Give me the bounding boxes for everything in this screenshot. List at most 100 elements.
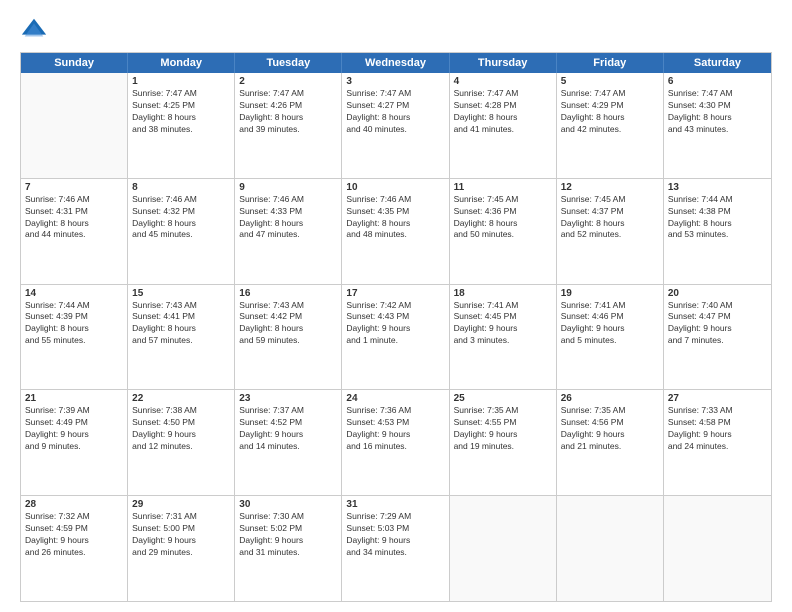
daylight-hours: Daylight: 8 hours (561, 112, 659, 124)
sunrise: Sunrise: 7:43 AM (132, 300, 230, 312)
calendar-cell: 12Sunrise: 7:45 AMSunset: 4:37 PMDayligh… (557, 179, 664, 284)
sunset: Sunset: 4:38 PM (668, 206, 767, 218)
sunrise: Sunrise: 7:43 AM (239, 300, 337, 312)
calendar-cell: 15Sunrise: 7:43 AMSunset: 4:41 PMDayligh… (128, 285, 235, 390)
daylight-hours: Daylight: 9 hours (561, 429, 659, 441)
calendar-cell: 8Sunrise: 7:46 AMSunset: 4:32 PMDaylight… (128, 179, 235, 284)
daylight-hours: Daylight: 8 hours (239, 218, 337, 230)
daylight-hours: Daylight: 9 hours (454, 429, 552, 441)
sunrise: Sunrise: 7:39 AM (25, 405, 123, 417)
day-number: 12 (561, 182, 659, 193)
sunset: Sunset: 4:45 PM (454, 311, 552, 323)
calendar-cell: 29Sunrise: 7:31 AMSunset: 5:00 PMDayligh… (128, 496, 235, 601)
calendar-week-3: 14Sunrise: 7:44 AMSunset: 4:39 PMDayligh… (21, 285, 771, 391)
header-wednesday: Wednesday (342, 53, 449, 73)
daylight-hours: Daylight: 9 hours (25, 535, 123, 547)
daylight-minutes: and 7 minutes. (668, 335, 767, 347)
calendar-cell: 11Sunrise: 7:45 AMSunset: 4:36 PMDayligh… (450, 179, 557, 284)
daylight-minutes: and 47 minutes. (239, 229, 337, 241)
daylight-hours: Daylight: 8 hours (25, 218, 123, 230)
sunset: Sunset: 4:47 PM (668, 311, 767, 323)
day-number: 13 (668, 182, 767, 193)
calendar-cell: 19Sunrise: 7:41 AMSunset: 4:46 PMDayligh… (557, 285, 664, 390)
calendar-week-2: 7Sunrise: 7:46 AMSunset: 4:31 PMDaylight… (21, 179, 771, 285)
daylight-hours: Daylight: 8 hours (239, 112, 337, 124)
daylight-hours: Daylight: 9 hours (239, 429, 337, 441)
day-number: 17 (346, 288, 444, 299)
calendar-cell: 10Sunrise: 7:46 AMSunset: 4:35 PMDayligh… (342, 179, 449, 284)
day-number: 9 (239, 182, 337, 193)
day-number: 3 (346, 76, 444, 87)
daylight-hours: Daylight: 9 hours (561, 323, 659, 335)
day-number: 23 (239, 393, 337, 404)
daylight-hours: Daylight: 8 hours (132, 112, 230, 124)
daylight-hours: Daylight: 9 hours (346, 323, 444, 335)
sunrise: Sunrise: 7:47 AM (132, 88, 230, 100)
sunrise: Sunrise: 7:37 AM (239, 405, 337, 417)
calendar-cell: 14Sunrise: 7:44 AMSunset: 4:39 PMDayligh… (21, 285, 128, 390)
daylight-hours: Daylight: 9 hours (668, 323, 767, 335)
daylight-minutes: and 12 minutes. (132, 441, 230, 453)
calendar-cell: 27Sunrise: 7:33 AMSunset: 4:58 PMDayligh… (664, 390, 771, 495)
sunrise: Sunrise: 7:46 AM (239, 194, 337, 206)
calendar-week-5: 28Sunrise: 7:32 AMSunset: 4:59 PMDayligh… (21, 496, 771, 601)
day-number: 31 (346, 499, 444, 510)
sunset: Sunset: 4:25 PM (132, 100, 230, 112)
sunrise: Sunrise: 7:36 AM (346, 405, 444, 417)
calendar-cell (557, 496, 664, 601)
sunset: Sunset: 4:33 PM (239, 206, 337, 218)
daylight-minutes: and 24 minutes. (668, 441, 767, 453)
calendar-week-4: 21Sunrise: 7:39 AMSunset: 4:49 PMDayligh… (21, 390, 771, 496)
sunset: Sunset: 5:00 PM (132, 523, 230, 535)
page: Sunday Monday Tuesday Wednesday Thursday… (0, 0, 792, 612)
sunrise: Sunrise: 7:38 AM (132, 405, 230, 417)
sunset: Sunset: 4:49 PM (25, 417, 123, 429)
calendar-body: 1Sunrise: 7:47 AMSunset: 4:25 PMDaylight… (21, 73, 771, 601)
daylight-hours: Daylight: 9 hours (25, 429, 123, 441)
sunset: Sunset: 4:58 PM (668, 417, 767, 429)
daylight-minutes: and 29 minutes. (132, 547, 230, 559)
sunset: Sunset: 4:50 PM (132, 417, 230, 429)
day-number: 27 (668, 393, 767, 404)
day-number: 5 (561, 76, 659, 87)
sunrise: Sunrise: 7:47 AM (239, 88, 337, 100)
sunset: Sunset: 4:27 PM (346, 100, 444, 112)
day-number: 28 (25, 499, 123, 510)
day-number: 26 (561, 393, 659, 404)
daylight-hours: Daylight: 9 hours (454, 323, 552, 335)
calendar-cell: 5Sunrise: 7:47 AMSunset: 4:29 PMDaylight… (557, 73, 664, 178)
sunset: Sunset: 4:43 PM (346, 311, 444, 323)
calendar: Sunday Monday Tuesday Wednesday Thursday… (20, 52, 772, 602)
header-saturday: Saturday (664, 53, 771, 73)
sunrise: Sunrise: 7:41 AM (561, 300, 659, 312)
sunrise: Sunrise: 7:35 AM (561, 405, 659, 417)
sunrise: Sunrise: 7:41 AM (454, 300, 552, 312)
calendar-cell: 22Sunrise: 7:38 AMSunset: 4:50 PMDayligh… (128, 390, 235, 495)
sunrise: Sunrise: 7:45 AM (561, 194, 659, 206)
sunset: Sunset: 4:41 PM (132, 311, 230, 323)
sunrise: Sunrise: 7:30 AM (239, 511, 337, 523)
sunrise: Sunrise: 7:29 AM (346, 511, 444, 523)
daylight-hours: Daylight: 8 hours (346, 218, 444, 230)
daylight-hours: Daylight: 8 hours (668, 112, 767, 124)
header-thursday: Thursday (450, 53, 557, 73)
calendar-cell: 2Sunrise: 7:47 AMSunset: 4:26 PMDaylight… (235, 73, 342, 178)
daylight-minutes: and 38 minutes. (132, 124, 230, 136)
calendar-cell: 13Sunrise: 7:44 AMSunset: 4:38 PMDayligh… (664, 179, 771, 284)
daylight-minutes: and 3 minutes. (454, 335, 552, 347)
sunset: Sunset: 4:30 PM (668, 100, 767, 112)
day-number: 21 (25, 393, 123, 404)
sunset: Sunset: 4:35 PM (346, 206, 444, 218)
sunrise: Sunrise: 7:46 AM (346, 194, 444, 206)
header-friday: Friday (557, 53, 664, 73)
calendar-cell (450, 496, 557, 601)
day-number: 29 (132, 499, 230, 510)
day-number: 10 (346, 182, 444, 193)
header (20, 16, 772, 44)
daylight-minutes: and 21 minutes. (561, 441, 659, 453)
calendar-cell (21, 73, 128, 178)
sunrise: Sunrise: 7:46 AM (132, 194, 230, 206)
sunset: Sunset: 4:46 PM (561, 311, 659, 323)
daylight-minutes: and 34 minutes. (346, 547, 444, 559)
sunrise: Sunrise: 7:35 AM (454, 405, 552, 417)
